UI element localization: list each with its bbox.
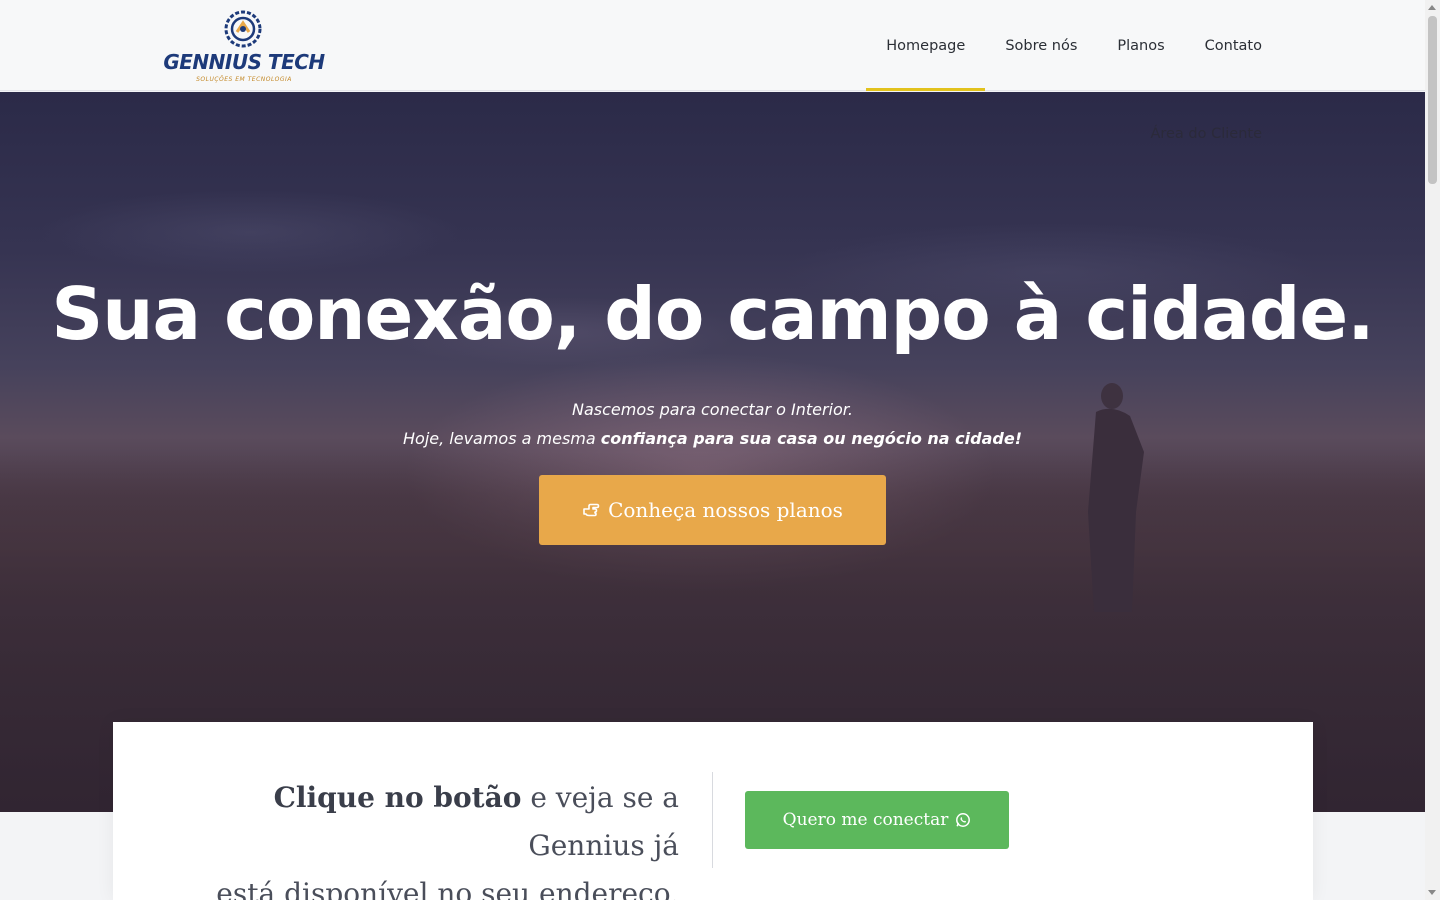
scroll-down-arrow-icon[interactable] [1428,890,1436,895]
nav-item-planos[interactable]: Planos [1097,0,1184,91]
connect-button-label: Quero me conectar [782,810,949,830]
main-nav: Homepage Sobre nós Planos Contato [866,0,1282,91]
scrollbar-thumb[interactable] [1428,16,1437,184]
gennius-tech-logo[interactable]: GENNIUS TECH SOLUÇÕES EM TECNOLOGIA [156,8,332,86]
connect-button[interactable]: Quero me conectar [745,791,1009,849]
nav-item-sobre-nos[interactable]: Sobre nós [985,0,1097,91]
hero-title: Sua conexão, do campo à cidade. [51,272,1374,356]
hero-subtitle-line-1: Nascemos para conectar o Interior. [572,400,853,419]
hero-subtitle-line-2-bold: confiança para sua casa ou negócio na ci… [600,429,1022,448]
page-scrollbar[interactable] [1425,0,1440,900]
site-header: GENNIUS TECH SOLUÇÕES EM TECNOLOGIA Home… [0,0,1425,91]
logo-mark-icon [224,10,262,48]
logo-tagline: SOLUÇÕES EM TECNOLOGIA [196,76,292,83]
card-divider [712,772,713,868]
availability-text: Clique no botão e veja se a Gennius já e… [153,774,679,900]
scroll-up-arrow-icon[interactable] [1428,5,1436,10]
availability-card: Clique no botão e veja se a Gennius já e… [113,722,1313,900]
whatsapp-icon [956,813,971,827]
see-plans-button[interactable]: Conheça nossos planos [539,475,886,545]
logo-wordmark: GENNIUS TECH [163,50,325,74]
hero-subtitle-line-2: Hoje, levamos a mesma confiança para sua… [0,429,1425,448]
hero-section: Área do Cliente Sua conexão, do campo à … [0,92,1425,812]
nav-item-contato[interactable]: Contato [1185,0,1282,91]
hand-pointer-icon [583,503,600,517]
see-plans-button-label: Conheça nossos planos [608,498,843,522]
availability-text-bold: Clique no botão [273,781,522,814]
nav-item-homepage[interactable]: Homepage [866,0,986,91]
availability-text-rest-2: está disponível no seu endereço. [216,877,679,900]
hero-subtitle-line-2-prefix: Hoje, levamos a mesma [403,429,601,448]
client-area-link[interactable]: Área do Cliente [1150,126,1262,142]
availability-text-rest-1: e veja se a Gennius já [521,781,679,862]
